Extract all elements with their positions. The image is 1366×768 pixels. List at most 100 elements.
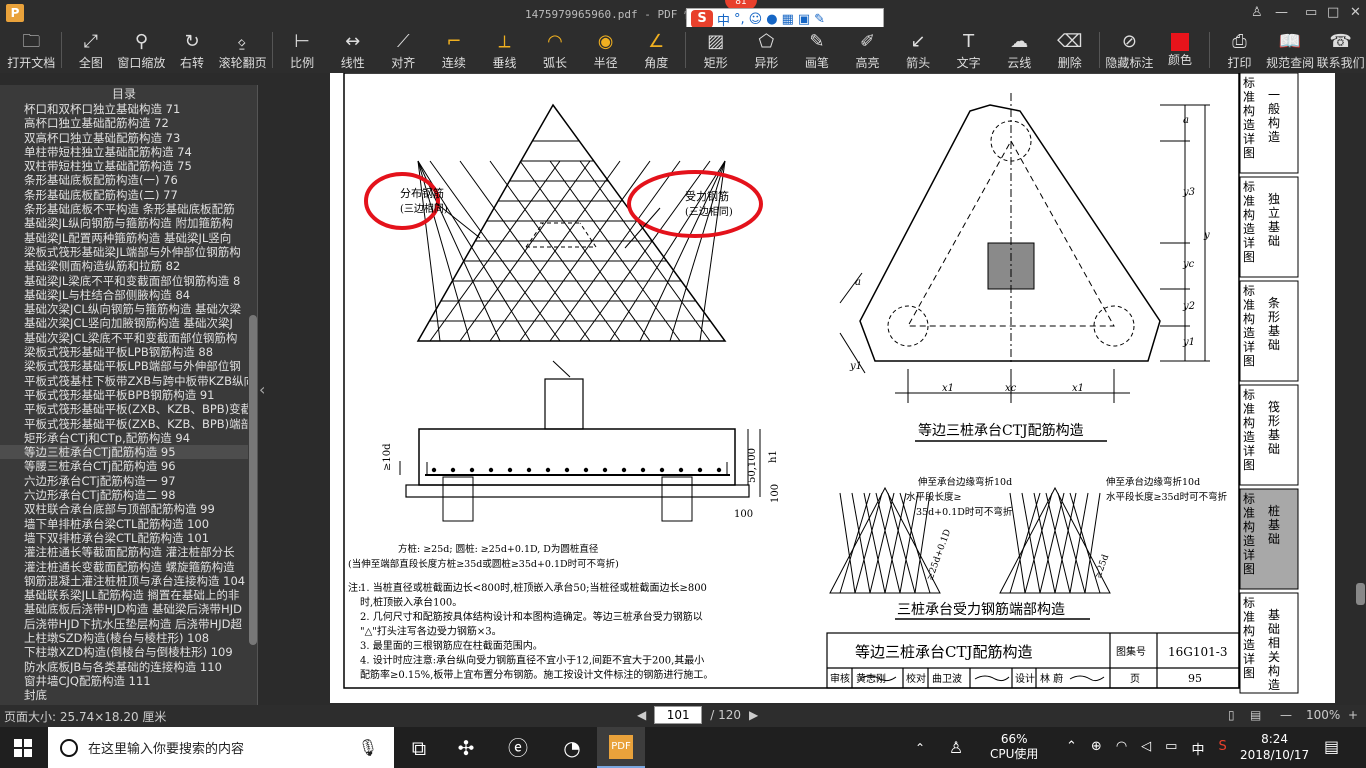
sogou-tray-icon[interactable]: S [1218,739,1226,758]
toc-item[interactable]: 条形基础底板配筋构造(二) 77 [0,188,248,202]
volume-icon[interactable]: ◁ [1141,739,1151,758]
toc-item[interactable]: 梁板式筏形基础平板LPB端部与外伸部位钢 [0,359,248,373]
toc-item[interactable]: 基础底板后浇带HJD构造 基础梁后浇带HJD [0,602,248,616]
toc-item[interactable]: 灌注桩通长等截面配筋构造 灌注桩部分长 [0,545,248,559]
toc-item[interactable]: 条形基础底板不平构造 条形基础底板配筋 [0,202,248,216]
toc-item[interactable]: 基础联系梁JLL配筋构造 搁置在基础上的非 [0,588,248,602]
tray-expand-icon[interactable]: ⌃ [1066,739,1077,758]
page-scrollbar[interactable] [1356,583,1365,605]
toolbar-pen-button[interactable]: ✎ 画笔 [792,27,843,73]
toc-item[interactable]: 灌注桩通长变截面配筋构造 螺旋箍筋构造 [0,560,248,574]
user-icon[interactable]: ♙ [1251,5,1263,20]
next-page-icon[interactable]: ▶ [749,708,758,722]
toolbar-book-button[interactable]: 📖 规范查阅 [1265,27,1316,73]
toolbar-print-button[interactable]: ⎙ 打印 [1214,27,1265,73]
toc-item[interactable]: 基础梁JL配置两种箍筋构造 基础梁JL竖向 [0,231,248,245]
zoom-out-icon[interactable]: — [1280,708,1292,722]
toolbar-arrow-button[interactable]: ↙ 箭头 [893,27,944,73]
toolbar-text-button[interactable]: T 文字 [943,27,994,73]
toc-item[interactable]: 高杯口独立基础配筋构造 72 [0,116,248,130]
sogou-icon[interactable]: S [691,10,713,28]
toc-item[interactable]: 平板式筏基柱下板带ZXB与跨中板带KZB纵向 [0,374,248,388]
toc-item[interactable]: 基础梁JL与柱结合部侧腋构造 84 [0,288,248,302]
ie-icon[interactable]: ⓔ [504,734,532,762]
toolbar-polygon-button[interactable]: ⬠ 异形 [741,27,792,73]
ime-tray[interactable]: 中 [1191,739,1204,758]
toolbar-eraser-button[interactable]: ⌫ 删除 [1045,27,1096,73]
toc-item[interactable]: 六边形承台CTj配筋构造一 97 [0,474,248,488]
toc-item[interactable]: 基础梁侧面构造纵筋和拉筋 82 [0,259,248,273]
toc-item[interactable]: 墙下单排桩承台梁CTL配筋构造 100 [0,517,248,531]
windows-start-icon[interactable] [14,739,32,757]
zoom-in-icon[interactable]: + [1348,708,1358,722]
task-view-icon[interactable]: ⧉ [405,734,433,762]
voice-icon[interactable]: ● [766,12,777,27]
toc-item[interactable]: 基础次梁JCL纵向钢筋与箍筋构造 基础次梁 [0,302,248,316]
tools-icon[interactable]: ✎ [814,12,825,27]
page-input[interactable]: 101 [654,706,703,724]
toolbar-cloud-button[interactable]: ☁ 云线 [994,27,1045,73]
toolbar-color-button[interactable]: 颜色 [1155,27,1206,73]
toc-item[interactable]: 六边形承台CTj配筋构造二 98 [0,488,248,502]
toc-item[interactable]: 墙下双排桩承台梁CTL配筋构造 101 [0,531,248,545]
toc-item[interactable]: 梁板式筏形基础平板LPB钢筋构造 88 [0,345,248,359]
cortana-icon[interactable] [60,738,78,757]
toc-item[interactable]: 平板式筏形基础平板(ZXB、KZB、BPB)变截 [0,402,248,416]
double-page-icon[interactable]: ▤ [1250,708,1261,722]
single-page-icon[interactable]: ▯ [1228,708,1235,722]
toolbar-scale-button[interactable]: ⊢ 比例 [277,27,328,73]
toc-item[interactable]: 平板式筏形基础平板BPB钢筋构造 91 [0,388,248,402]
toolbar-continuous-button[interactable]: ⌐ 连续 [429,27,480,73]
toolbar-align-button[interactable]: ⟋ 对齐 [378,27,429,73]
toc-item[interactable]: 防水底板JB与各类基础的连接构造 110 [0,660,248,674]
toolbar-highlight-button[interactable]: ✐ 高亮 [842,27,893,73]
zoom-level[interactable]: 100% [1306,708,1340,722]
tray-up-icon[interactable]: ⌃ [906,734,934,762]
punct-icon[interactable]: °, [734,12,745,27]
toc-item[interactable]: 平板式筏形基础平板(ZXB、KZB、BPB)端部 [0,417,248,431]
minimize-button[interactable]: — [1275,5,1288,20]
prev-page-icon[interactable]: ◀ [637,708,646,722]
toc-item[interactable]: 基础梁JL纵向钢筋与箍筋构造 附加箍筋构 [0,216,248,230]
toc-item[interactable]: 上柱墩SZD构造(棱台与棱柱形) 108 [0,631,248,645]
toolbar-perpendicular-button[interactable]: ⟂ 垂线 [479,27,530,73]
pdf-app-taskbar[interactable]: PDF [597,727,645,768]
toolbar-radius-button[interactable]: ◉ 半径 [580,27,631,73]
toc-item[interactable]: 单柱带短柱独立基础配筋构造 74 [0,145,248,159]
toolbar-arc-button[interactable]: ◠ 弧长 [530,27,581,73]
keyboard-tray-icon[interactable]: ▭ [1165,739,1177,758]
mic-icon[interactable]: 🎙 [358,738,378,757]
ime-mode[interactable]: 中 [717,10,730,29]
people-icon[interactable]: ♙ [942,734,970,762]
toc-item[interactable]: 基础梁JL梁底不平和变截面部位钢筋构造 8 [0,274,248,288]
toolbar-fit-page-button[interactable]: ⤢ 全图 [66,27,117,73]
toolbar-linear-button[interactable]: ↔ 线性 [327,27,378,73]
toc-item[interactable]: 杯口和双杯口独立基础构造 71 [0,102,248,116]
toc-item[interactable]: 双柱带短柱独立基础配筋构造 75 [0,159,248,173]
toc-item[interactable]: 梁板式筏形基础梁JL端部与外伸部位钢筋构 [0,245,248,259]
toolbar-contact-button[interactable]: ☎ 联系我们 [1315,27,1366,73]
toc-item[interactable]: 条形基础底板配筋构造(一) 76 [0,173,248,187]
toc-item[interactable]: 双高杯口独立基础配筋构造 73 [0,131,248,145]
keyboard-icon[interactable]: ▦ [782,12,794,27]
toolbar-mouse-button[interactable]: ⍚ 滚轮翻页 [217,27,268,73]
notification-icon[interactable]: ▤ [1324,737,1339,756]
close-button[interactable]: ✕ [1350,5,1361,20]
restore-button[interactable]: ▭ [1305,5,1317,20]
toc-scrollbar[interactable] [249,315,257,645]
toc-item[interactable]: 窗井墙CJQ配筋构造 111 [0,674,248,688]
maximize-button[interactable]: □ [1327,5,1339,20]
emoji-icon[interactable]: ☺ [749,12,763,27]
toc-item[interactable]: 下柱墩XZD构造(倒棱台与倒棱柱形) 109 [0,645,248,659]
toc-item[interactable]: 基础次梁JCL竖向加腋钢筋构造 基础次梁J [0,316,248,330]
network-icon[interactable]: ⊕ [1091,739,1102,758]
toc-item[interactable]: 基础次梁JCL梁底不平和变截面部位钢筋构 [0,331,248,345]
browser-icon[interactable]: ◔ [558,734,586,762]
toc-item[interactable]: 等边三桩承台CTj配筋构造 95 [0,445,248,460]
toc-item[interactable]: 等腰三桩承台CTj配筋构造 96 [0,459,248,473]
toolbar-rotate-button[interactable]: ↻ 右转 [167,27,218,73]
collapse-sidebar-icon[interactable]: ‹ [259,380,265,399]
toolbar-hide-button[interactable]: ⊘ 隐藏标注 [1104,27,1155,73]
taskbar-search[interactable]: 在这里输入你要搜索的内容 🎙 [48,727,394,768]
wifi-icon[interactable]: ◠ [1116,739,1127,758]
